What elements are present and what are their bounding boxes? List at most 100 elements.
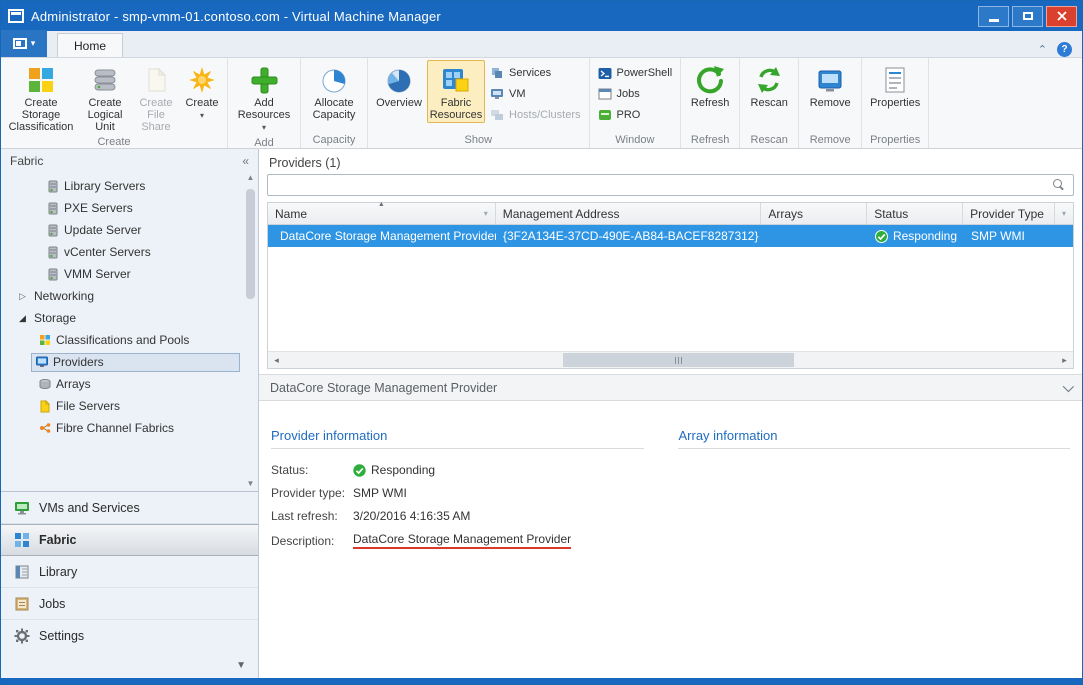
ribbon-group-show: Overview Fabric Resources Services V bbox=[368, 58, 590, 148]
expander-expanded-icon[interactable]: ◢ bbox=[19, 313, 29, 324]
app-menu-button[interactable]: ▾ bbox=[1, 30, 47, 57]
server-icon bbox=[47, 268, 59, 281]
tree-item-pxe-servers[interactable]: PXE Servers bbox=[1, 197, 258, 219]
hosts-clusters-button[interactable]: Hosts/Clusters bbox=[485, 104, 586, 125]
minimize-button[interactable] bbox=[978, 6, 1009, 27]
workspace-options-icon[interactable]: ▼ bbox=[236, 660, 246, 671]
scrollbar-thumb[interactable] bbox=[563, 353, 794, 367]
rescan-button[interactable]: Rescan bbox=[743, 60, 795, 111]
services-button[interactable]: Services bbox=[485, 62, 586, 83]
field-description: Description: DataCore Storage Management… bbox=[271, 532, 644, 549]
column-header-management-address[interactable]: Management Address bbox=[496, 203, 762, 224]
ribbon-group-properties: Properties Properties bbox=[862, 58, 929, 148]
library-icon bbox=[14, 564, 30, 580]
search-box bbox=[267, 174, 1074, 196]
column-chooser[interactable]: ▾ bbox=[1055, 203, 1073, 224]
powershell-button[interactable]: PowerShell bbox=[593, 62, 678, 83]
help-icon[interactable]: ? bbox=[1057, 42, 1072, 57]
tree-item-networking[interactable]: ▷ Networking bbox=[1, 285, 258, 307]
properties-button[interactable]: Properties bbox=[865, 60, 925, 111]
field-status: Status: Responding bbox=[271, 463, 644, 477]
group-label-remove: Remove bbox=[802, 133, 858, 148]
provider-icon bbox=[36, 356, 48, 368]
add-resources-button[interactable]: Add Resources ▾ bbox=[231, 60, 297, 136]
sort-ascending-icon: ▲ bbox=[378, 201, 385, 208]
scroll-right-icon[interactable]: ▸ bbox=[1056, 352, 1073, 368]
workspace-fabric[interactable]: Fabric bbox=[1, 524, 258, 556]
tab-home[interactable]: Home bbox=[57, 33, 123, 57]
horizontal-scrollbar[interactable]: ◂ ▸ bbox=[268, 351, 1073, 368]
maximize-button[interactable] bbox=[1012, 6, 1043, 27]
search-icon[interactable] bbox=[1053, 179, 1065, 191]
column-header-name[interactable]: ▲ Name ▾ bbox=[268, 203, 496, 224]
workspace-jobs[interactable]: Jobs bbox=[1, 588, 258, 620]
chevron-down-icon: ▾ bbox=[262, 123, 266, 132]
create-logical-unit-button[interactable]: Create Logical Unit bbox=[78, 60, 132, 135]
allocate-capacity-button[interactable]: Allocate Capacity bbox=[304, 60, 364, 123]
vm-button[interactable]: VM bbox=[485, 83, 586, 104]
expander-collapsed-icon[interactable]: ▷ bbox=[19, 291, 29, 302]
list-empty-area bbox=[268, 247, 1073, 351]
ribbon-group-remove: Remove Remove bbox=[799, 58, 862, 148]
scrollbar-thumb[interactable] bbox=[246, 189, 255, 299]
table-row[interactable]: DataCore Storage Management Provider {3F… bbox=[268, 225, 1073, 247]
vm-icon bbox=[490, 87, 504, 101]
tree-item-arrays[interactable]: Arrays bbox=[1, 373, 258, 395]
group-label-window: Window bbox=[593, 133, 678, 148]
ribbon-group-rescan: Rescan Rescan bbox=[740, 58, 799, 148]
filter-icon[interactable]: ▾ bbox=[484, 209, 488, 218]
status-responding-icon bbox=[353, 464, 366, 477]
scroll-left-icon[interactable]: ◂ bbox=[268, 352, 285, 368]
pro-button[interactable]: PRO bbox=[593, 104, 678, 125]
workspace-vms-and-services[interactable]: VMs and Services bbox=[1, 492, 258, 524]
tree-item-storage[interactable]: ◢ Storage bbox=[1, 307, 258, 329]
arrays-icon bbox=[39, 378, 51, 390]
create-star-icon bbox=[187, 64, 217, 96]
ribbon-group-capacity: Allocate Capacity Capacity bbox=[301, 58, 368, 148]
powershell-icon bbox=[598, 66, 612, 80]
fabric-resources-button[interactable]: Fabric Resources bbox=[427, 60, 485, 123]
tree-item-vmm-server[interactable]: VMM Server bbox=[1, 263, 258, 285]
overview-button[interactable]: Overview bbox=[371, 60, 427, 111]
main-panel: Providers (1) ▲ Name ▾ Management Addres… bbox=[259, 149, 1082, 678]
create-storage-classification-button[interactable]: Create Storage Classification bbox=[4, 60, 78, 135]
classifications-icon bbox=[39, 334, 51, 346]
tree-item-file-servers[interactable]: File Servers bbox=[1, 395, 258, 417]
services-icon bbox=[490, 66, 504, 80]
collapse-details-icon[interactable] bbox=[1063, 380, 1074, 391]
vmm-window: Administrator - smp-vmm-01.contoso.com -… bbox=[0, 0, 1083, 685]
tree-item-update-server[interactable]: Update Server bbox=[1, 219, 258, 241]
status-bar bbox=[1, 678, 1082, 684]
ribbon-group-create: Create Storage Classification Create Log… bbox=[1, 58, 228, 148]
scroll-down-icon[interactable]: ▼ bbox=[247, 479, 255, 491]
group-label-rescan: Rescan bbox=[743, 133, 795, 148]
file-server-icon bbox=[39, 400, 51, 413]
workspace-settings[interactable]: Settings bbox=[1, 620, 258, 652]
pane-collapse-icon[interactable]: « bbox=[242, 154, 249, 168]
create-file-share-button[interactable]: Create File Share bbox=[132, 60, 180, 135]
tree-scrollbar[interactable]: ▲ ▼ bbox=[244, 173, 257, 491]
tree-item-classifications-and-pools[interactable]: Classifications and Pools bbox=[1, 329, 258, 351]
properties-icon bbox=[880, 64, 910, 96]
scroll-up-icon[interactable]: ▲ bbox=[247, 173, 255, 185]
tree-item-providers[interactable]: Providers bbox=[1, 351, 258, 373]
group-label-properties: Properties bbox=[865, 133, 925, 148]
tree-item-library-servers[interactable]: Library Servers bbox=[1, 175, 258, 197]
column-header-arrays[interactable]: Arrays bbox=[761, 203, 867, 224]
close-button[interactable] bbox=[1046, 6, 1077, 27]
column-header-status[interactable]: Status bbox=[867, 203, 963, 224]
tree-item-vcenter-servers[interactable]: vCenter Servers bbox=[1, 241, 258, 263]
jobs-button[interactable]: Jobs bbox=[593, 83, 678, 104]
storage-classification-icon bbox=[26, 64, 56, 96]
remove-icon bbox=[815, 64, 845, 96]
refresh-button[interactable]: Refresh bbox=[684, 60, 736, 111]
column-header-provider-type[interactable]: Provider Type bbox=[963, 203, 1055, 224]
details-header[interactable]: DataCore Storage Management Provider bbox=[259, 374, 1082, 401]
ribbon-collapse-icon[interactable]: ⌃ bbox=[1038, 43, 1047, 56]
search-input[interactable] bbox=[268, 178, 1053, 192]
create-button[interactable]: Create ▾ bbox=[180, 60, 224, 124]
remove-button[interactable]: Remove bbox=[802, 60, 858, 111]
ribbon-group-window: PowerShell Jobs PRO Window bbox=[590, 58, 682, 148]
workspace-library[interactable]: Library bbox=[1, 556, 258, 588]
tree-item-fibre-channel-fabrics[interactable]: Fibre Channel Fabrics bbox=[1, 417, 258, 439]
